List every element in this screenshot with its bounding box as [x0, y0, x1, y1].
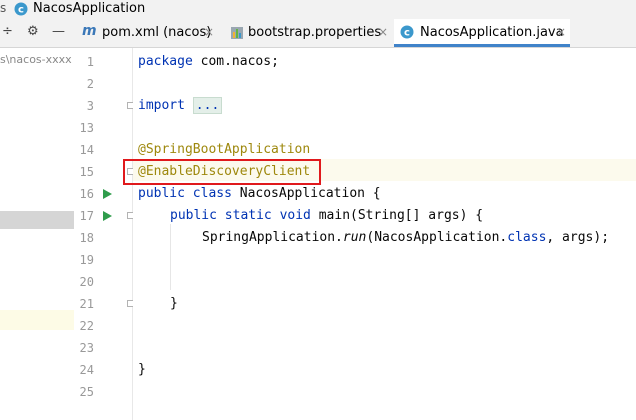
navigation-bar: s c NacosApplication — [0, 0, 636, 19]
close-icon[interactable]: × — [556, 25, 566, 39]
line-number: 19 — [79, 253, 94, 267]
tab-nacos-application-java[interactable]: c NacosApplication.java × — [394, 19, 570, 47]
project-toolbar: ÷ ⚙ — — [0, 19, 74, 47]
close-icon[interactable]: × — [204, 25, 214, 39]
code-editor[interactable]: package com.nacos; import ... @SpringBoo… — [133, 48, 636, 420]
editor-tab-bar: ÷ ⚙ — m pom.xml (nacos) × bootstrap.prop… — [0, 19, 636, 48]
collapse-all-icon[interactable]: ÷ — [2, 24, 13, 39]
line-number: 18 — [79, 231, 94, 245]
svg-text:c: c — [404, 28, 410, 39]
tab-label: bootstrap.properties — [248, 25, 382, 40]
folded-imports[interactable]: ... — [192, 97, 223, 114]
indent-guide — [170, 224, 171, 290]
tab-pom-xml[interactable]: m pom.xml (nacos) × — [80, 19, 224, 47]
maven-m-icon: m — [82, 23, 97, 39]
minimize-icon[interactable]: — — [52, 24, 65, 39]
line-number: 1 — [86, 55, 94, 69]
svg-text:c: c — [18, 5, 24, 16]
line-number: 17 — [79, 209, 94, 223]
line-number: 25 — [79, 385, 94, 399]
code-line-21: } — [170, 296, 178, 311]
highlighted-tree-row[interactable] — [0, 310, 74, 330]
line-number: 23 — [79, 341, 94, 355]
project-path[interactable]: s\nacos-xxxx — [0, 53, 72, 66]
java-class-icon: c — [400, 25, 414, 43]
code-line-16: public class NacosApplication { — [138, 186, 381, 201]
line-number: 14 — [79, 143, 94, 157]
project-panel: s\nacos-xxxx — [0, 48, 75, 420]
close-icon[interactable]: × — [378, 25, 388, 39]
tab-label: NacosApplication.java — [420, 25, 564, 40]
breadcrumb-class[interactable]: NacosApplication — [33, 1, 145, 16]
code-line-18: SpringApplication.run(NacosApplication.c… — [202, 230, 610, 245]
tab-bootstrap-properties[interactable]: bootstrap.properties × — [228, 19, 390, 47]
line-number: 2 — [86, 77, 94, 91]
line-number: 20 — [79, 275, 94, 289]
annotation-highlight-box — [123, 159, 321, 185]
gear-icon[interactable]: ⚙ — [27, 24, 39, 39]
line-number: 15 — [79, 165, 94, 179]
line-number: 13 — [79, 121, 94, 135]
line-number: 16 — [79, 187, 94, 201]
code-line-1: package com.nacos; — [138, 54, 279, 69]
code-line-17: public static void main(String[] args) { — [170, 208, 484, 223]
line-number: 21 — [79, 297, 94, 311]
properties-file-icon — [230, 26, 244, 44]
tab-label: pom.xml (nacos) — [102, 25, 212, 40]
editor-gutter: 1 2 3 13 14 15 16 17 18 19 20 21 22 23 2… — [74, 48, 134, 420]
line-number: 24 — [79, 363, 94, 377]
line-number: 3 — [86, 99, 94, 113]
run-main-icon[interactable] — [103, 211, 112, 221]
code-line-3: import ... — [138, 97, 223, 114]
selected-tree-row[interactable] — [0, 211, 74, 229]
run-class-icon[interactable] — [103, 189, 112, 199]
breadcrumb-separator: s — [0, 1, 7, 15]
code-line-14: @SpringBootApplication — [138, 142, 311, 157]
code-line-24: } — [138, 362, 146, 377]
line-number: 22 — [79, 319, 94, 333]
